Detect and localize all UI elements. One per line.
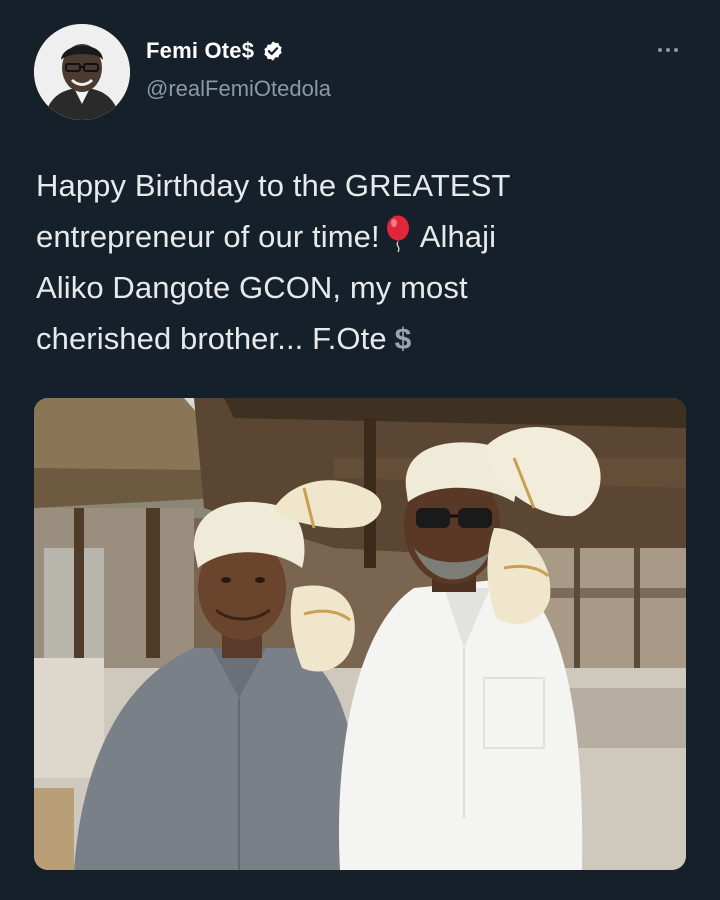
author-display-name[interactable]: Femi Ote$ <box>146 38 254 64</box>
tweet-media-photo[interactable] <box>34 398 686 870</box>
dollar-sign-icon: $ <box>394 323 412 356</box>
more-dot <box>674 48 678 52</box>
tweet-text-line: Aliko Dangote GCON, my most <box>36 270 468 305</box>
photo-image <box>34 398 686 870</box>
tweet-text-segment: cherished brother... F.Ote <box>36 321 387 356</box>
tweet-text-line: Happy Birthday to the GREATEST <box>36 168 511 203</box>
more-options-icon[interactable] <box>650 38 686 62</box>
tweet-card: Femi Ote$ @realFemiOtedola Happy Birthda… <box>0 0 720 900</box>
tweet-text: Happy Birthday to the GREATEST entrepren… <box>36 160 676 365</box>
more-dot <box>658 48 662 52</box>
avatar-photo-icon <box>34 24 130 120</box>
tweet-text-segment: entrepreneur of our time! <box>36 219 380 254</box>
tweet-text-line: entrepreneur of our time! Alhaji <box>36 211 676 262</box>
author-name-row[interactable]: Femi Ote$ <box>146 38 284 64</box>
more-dot <box>666 48 670 52</box>
tweet-text-line: cherished brother... F.Ote $ <box>36 313 676 365</box>
verified-badge-icon <box>264 41 282 61</box>
balloon-emoji-icon <box>386 215 409 253</box>
author-avatar[interactable] <box>34 24 130 120</box>
author-handle[interactable]: @realFemiOtedola <box>146 76 331 102</box>
tweet-text-segment: Alhaji <box>419 219 497 254</box>
